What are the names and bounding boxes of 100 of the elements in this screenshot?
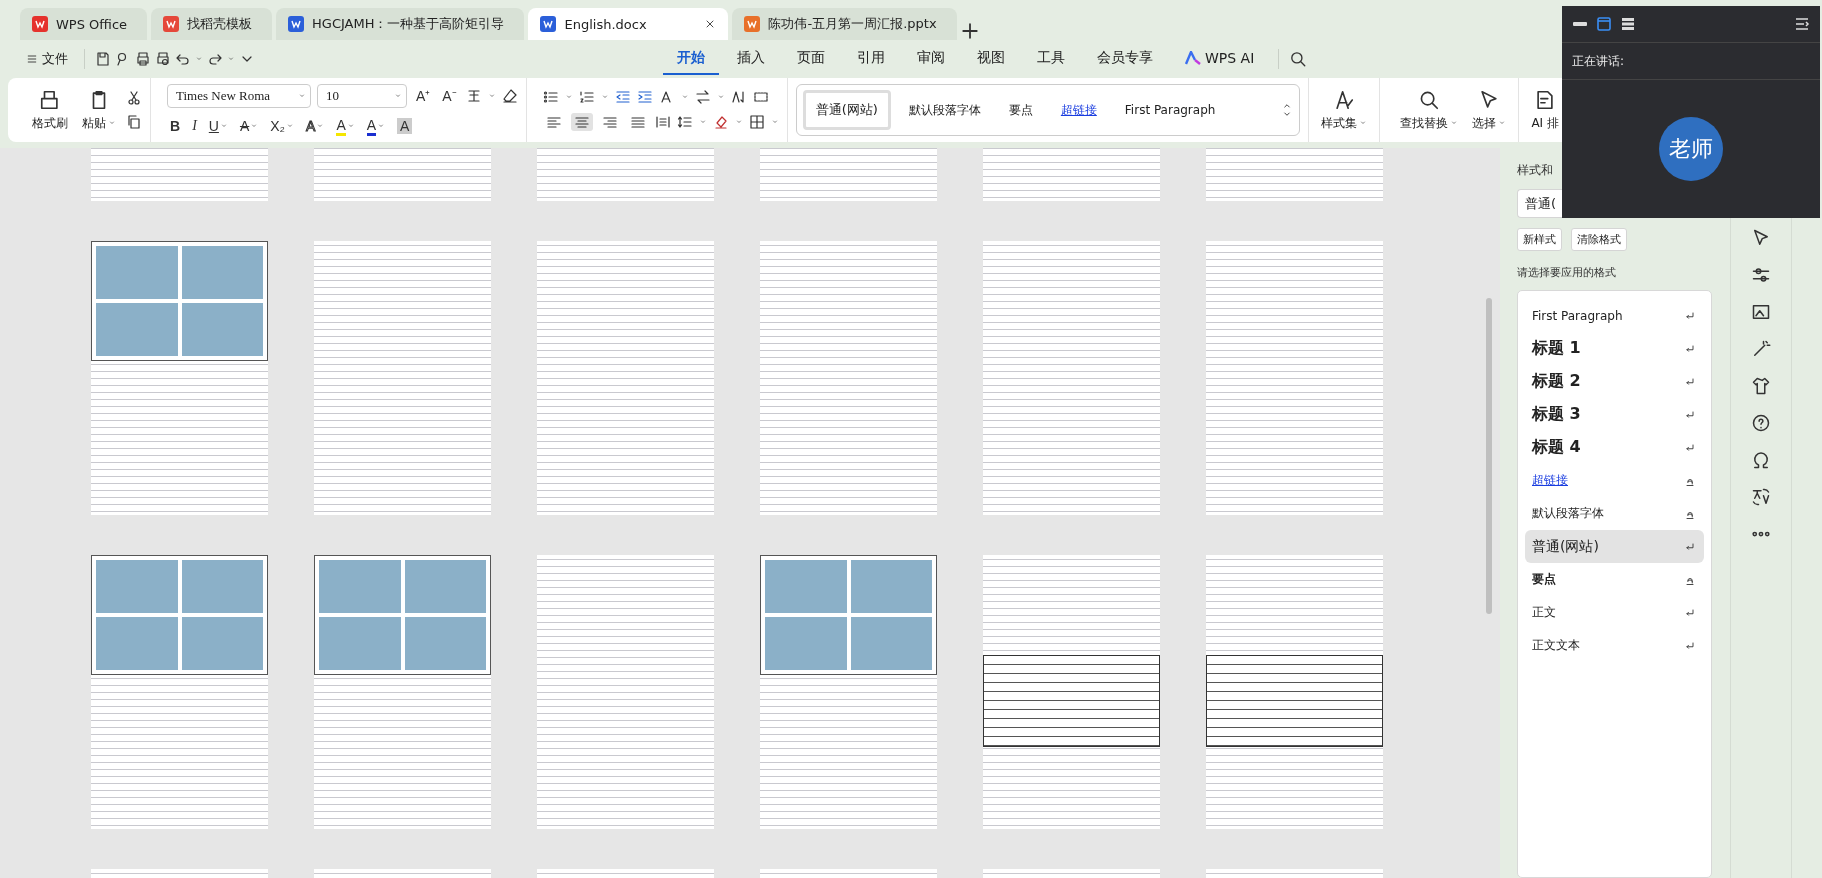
translate-icon[interactable] [1751, 487, 1771, 507]
style-list-item[interactable]: 标题 3 [1525, 398, 1704, 431]
cursor-icon[interactable] [1751, 228, 1771, 248]
select-button[interactable]: 选择 [1468, 86, 1511, 134]
document-tab[interactable]: 找稻壳模板 [151, 8, 273, 40]
align-center-icon [573, 114, 590, 130]
grid-icon[interactable] [752, 89, 769, 105]
caret-icon [108, 119, 116, 127]
ribbon-tab[interactable]: 审阅 [903, 43, 959, 75]
ribbon-tab[interactable]: WPS AI [1171, 44, 1269, 74]
panel-title: 样式和 [1517, 162, 1554, 179]
swap-icon[interactable] [694, 89, 711, 105]
align-left-icon [545, 114, 562, 130]
style-list-item[interactable]: 要点 [1525, 563, 1704, 596]
style-list-item[interactable]: 标题 2 [1525, 365, 1704, 398]
image-edit-icon[interactable] [1751, 302, 1771, 322]
style-gallery-item[interactable]: 默认段落字体 [898, 93, 991, 127]
style-list-item[interactable]: 标题 1 [1525, 332, 1704, 365]
document-tab[interactable]: English.docx [528, 8, 729, 40]
style-list-item[interactable]: 普通(网站) [1525, 530, 1704, 563]
ribbon-tab[interactable]: 引用 [843, 43, 899, 75]
print-icon[interactable] [135, 51, 151, 67]
cut-icon[interactable] [126, 90, 142, 106]
ribbon-tab[interactable]: 工具 [1023, 43, 1079, 75]
ribbon-tab[interactable]: 页面 [783, 43, 839, 75]
scrollbar[interactable] [1486, 298, 1492, 614]
add-tab-icon[interactable] [960, 22, 979, 40]
strike-button[interactable]: A [236, 117, 262, 135]
caret-icon [564, 93, 573, 101]
style-list-item[interactable]: 超链接 [1525, 464, 1704, 497]
copy-icon[interactable] [126, 114, 142, 130]
effect-button[interactable]: A [303, 117, 328, 135]
ppt-logo-icon [744, 16, 761, 32]
font-size-dropdown[interactable]: 10 [317, 83, 407, 108]
docer-logo-icon [163, 16, 180, 32]
style-set-button[interactable]: 样式集 [1317, 86, 1372, 134]
view-mode-icon[interactable] [1620, 16, 1636, 32]
bold-button[interactable]: B [167, 117, 184, 135]
caret-icon [698, 118, 707, 126]
style-list-item[interactable]: 正文 [1525, 596, 1704, 629]
ribbon-tab[interactable]: 视图 [963, 43, 1019, 75]
file-menu[interactable]: 文件 [20, 46, 74, 72]
decrease-indent-icon[interactable] [614, 89, 631, 105]
align-center-button[interactable] [570, 113, 593, 131]
color-button[interactable]: A [363, 115, 389, 137]
style-list-item[interactable]: 正文文本 [1525, 629, 1704, 662]
distributed-icon[interactable] [654, 114, 671, 130]
style-list-item[interactable]: 默认段落字体 [1525, 497, 1704, 530]
sliders-icon[interactable] [1751, 265, 1771, 285]
document-tab[interactable]: 陈功伟-五月第一周汇报.pptx [732, 8, 957, 40]
line-spacing-icon[interactable] [676, 114, 693, 130]
style-gallery-item[interactable]: 普通(网站) [802, 90, 891, 130]
italic-button[interactable]: I [189, 117, 200, 135]
border-icon[interactable] [748, 114, 765, 130]
ribbon-tab[interactable]: 会员专享 [1083, 43, 1167, 75]
grow-font-button[interactable]: A⁺ [413, 85, 434, 106]
ribbon-tab[interactable]: 插入 [723, 43, 779, 75]
caret-icon [1359, 119, 1368, 127]
ai-layout-button[interactable]: AI 排 [1527, 86, 1563, 134]
paste-button[interactable]: 粘贴 [78, 86, 120, 134]
clear-format-button[interactable]: 清除格式 [1571, 228, 1627, 251]
sort-icon[interactable] [730, 89, 747, 105]
eraser-icon[interactable] [501, 87, 518, 104]
magic-wand-icon[interactable] [1751, 339, 1771, 359]
save-icon[interactable] [95, 51, 111, 67]
caret-icon [195, 55, 203, 63]
caret-icon [1450, 119, 1459, 127]
caret-icon [734, 118, 743, 126]
style-list-item[interactable]: 标题 4 [1525, 431, 1704, 464]
highlight-button[interactable]: A [333, 115, 358, 137]
shrink-font-button[interactable]: A⁻ [439, 85, 460, 106]
caret-icon [227, 55, 235, 63]
subscript-button[interactable]: X₂ [267, 117, 298, 135]
bullet-list-icon[interactable] [542, 89, 559, 105]
find-replace-button[interactable]: 查找替换 [1396, 86, 1463, 134]
style-prompt: 请选择要应用的格式 [1517, 265, 1617, 280]
current-style-field[interactable]: 普通( [1517, 189, 1563, 218]
style-gallery-item[interactable]: 超链接 [1050, 93, 1107, 127]
ribbon-tab[interactable]: 开始 [663, 43, 719, 75]
format-painter-button[interactable]: 格式刷 [28, 86, 72, 134]
style-list-item[interactable]: First Paragraph [1525, 299, 1704, 332]
new-style-button[interactable]: 新样式 [1517, 228, 1562, 251]
print-preview-icon[interactable] [155, 51, 171, 67]
numbered-list-icon[interactable] [578, 89, 595, 105]
style-gallery-item[interactable]: First Paragraph [1114, 95, 1226, 125]
caret-icon [394, 91, 402, 100]
shirt-icon[interactable] [1751, 376, 1771, 396]
omega-icon[interactable] [1751, 450, 1771, 470]
format-painter-icon [39, 88, 61, 111]
caret-icon [487, 91, 496, 100]
help-icon[interactable] [1751, 413, 1771, 433]
document-tab[interactable]: HGCJAMH：一种基于高阶矩引导 [276, 8, 525, 40]
increase-indent-icon[interactable] [636, 89, 653, 105]
collapse-icon[interactable] [1794, 16, 1810, 32]
search-icon[interactable] [1289, 50, 1308, 68]
document-tab[interactable]: WPS Office [20, 8, 148, 40]
style-gallery-item[interactable]: 要点 [998, 93, 1043, 127]
underline-button[interactable]: U [205, 117, 231, 135]
style-set-icon [1333, 88, 1356, 111]
font-name-dropdown[interactable]: Times New Roma [167, 83, 311, 108]
